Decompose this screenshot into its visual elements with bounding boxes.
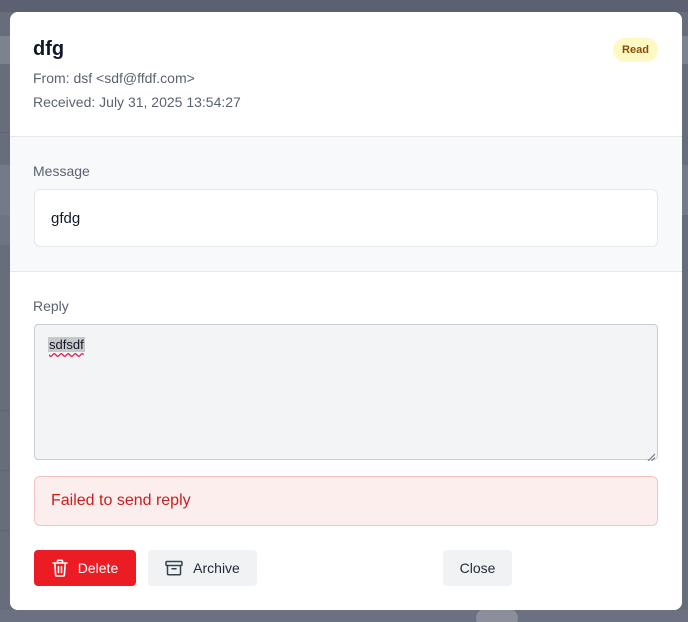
background-band [682,36,688,64]
trash-icon [51,559,68,577]
modal-header: dfg Read From: dsf <sdf@ffdf.com> Receiv… [10,12,682,136]
email-detail-modal: dfg Read From: dsf <sdf@ffdf.com> Receiv… [10,12,682,610]
message-section: Message gfdg [10,137,682,271]
background-row-divider [0,530,10,531]
reply-selected-text: sdfsdf [48,337,85,352]
email-from: From: dsf <sdf@ffdf.com> [33,70,195,86]
background-band [0,215,10,245]
error-alert: Failed to send reply [34,476,658,526]
email-subject: dfg [33,38,65,60]
from-label: From: [33,70,70,86]
background-band [0,36,10,64]
reply-label: Reply [33,298,69,314]
reply-textarea[interactable]: sdfsdf [34,324,658,462]
background-band [0,165,10,215]
status-badge: Read [613,38,658,62]
close-button[interactable]: Close [443,550,512,586]
reply-section: Reply sdfsdf Failed to send reply Delete… [10,272,682,610]
background-header [0,0,688,12]
delete-button[interactable]: Delete [34,550,136,586]
background-row-divider [0,410,10,411]
resize-handle-icon[interactable] [647,449,656,462]
from-value: dsf <sdf@ffdf.com> [73,70,195,86]
background-footer [0,610,688,622]
archive-button[interactable]: Archive [148,550,257,586]
archive-icon [165,560,183,576]
message-label: Message [33,163,90,179]
message-body: gfdg [34,189,658,247]
received-value: July 31, 2025 13:54:27 [99,94,241,110]
email-received: Received: July 31, 2025 13:54:27 [33,94,241,110]
received-label: Received: [33,94,96,110]
background-row-divider [0,470,10,471]
background-row-divider [0,132,10,133]
background-band [682,165,688,215]
background-status-pill [476,609,518,622]
close-label: Close [459,560,496,576]
archive-label: Archive [193,560,240,576]
delete-label: Delete [77,560,119,576]
